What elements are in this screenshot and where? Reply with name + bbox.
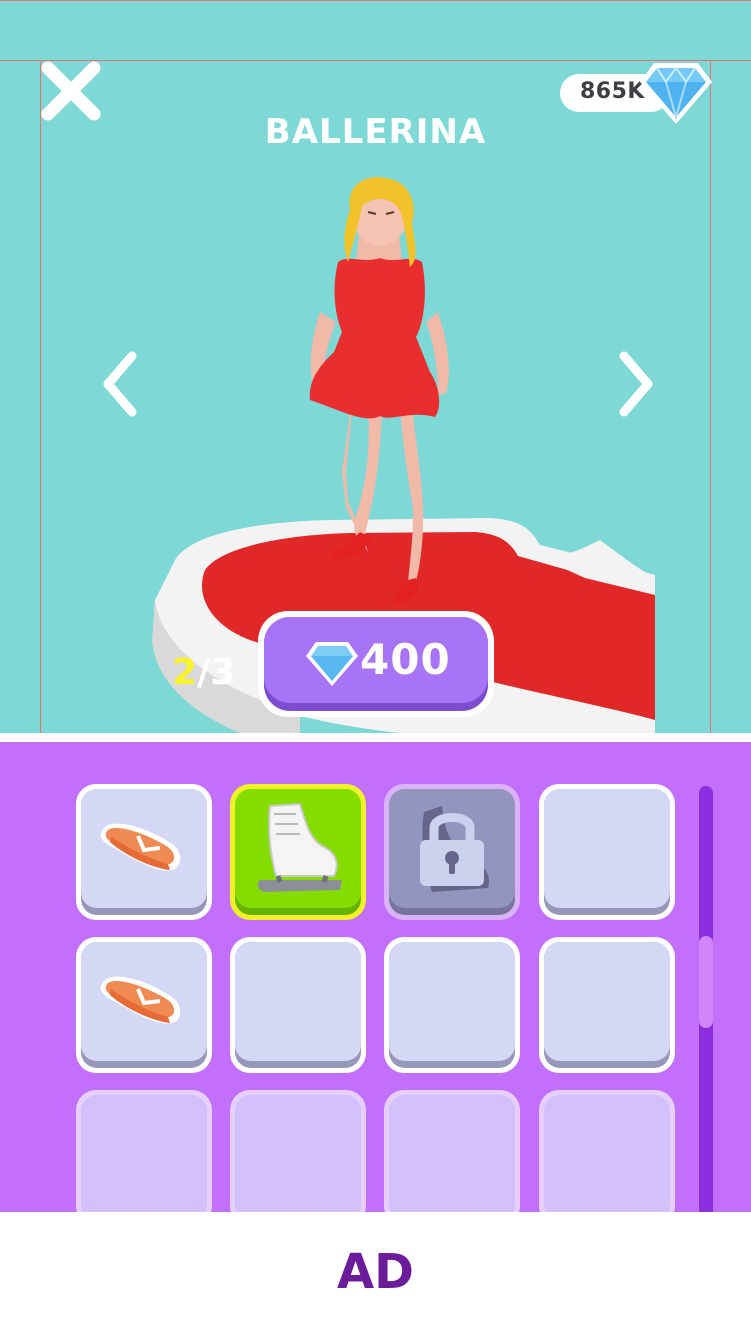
chevron-right-icon xyxy=(619,351,653,417)
padlock-icon xyxy=(420,806,489,892)
diamond-icon xyxy=(306,642,358,686)
inventory-scroll-thumb[interactable] xyxy=(699,936,713,1028)
item-slot[interactable] xyxy=(539,784,675,920)
total-pages: /3 xyxy=(197,652,236,693)
item-slot[interactable] xyxy=(76,1090,212,1212)
item-slot[interactable] xyxy=(230,937,366,1073)
item-slot[interactable] xyxy=(230,1090,366,1212)
ad-label: AD xyxy=(337,1244,414,1300)
chevron-left-icon xyxy=(103,351,137,417)
item-slot[interactable] xyxy=(384,937,520,1073)
item-slot[interactable] xyxy=(539,1090,675,1212)
ad-banner[interactable]: AD xyxy=(0,1212,751,1335)
skin-title: BALLERINA xyxy=(264,112,487,152)
item-slot-locked[interactable] xyxy=(384,784,520,920)
item-slot-selected[interactable] xyxy=(230,784,366,920)
next-skin-button[interactable] xyxy=(614,348,658,420)
flip-flop-icon xyxy=(100,823,181,871)
skin-page-counter: 2/3 xyxy=(172,652,235,693)
item-slot[interactable] xyxy=(76,784,212,920)
currency-amount: 865K xyxy=(580,79,645,104)
flip-flop-icon xyxy=(100,976,181,1024)
item-slot[interactable] xyxy=(384,1090,520,1212)
previous-skin-button[interactable] xyxy=(98,348,142,420)
preview-stage: 865K BALLERINA 2/3 400 xyxy=(0,0,751,733)
ice-skate-icon xyxy=(257,802,342,892)
ballerina-character xyxy=(309,177,449,604)
current-page: 2 xyxy=(172,652,198,693)
buy-skin-button[interactable]: 400 xyxy=(258,611,494,717)
item-slot[interactable] xyxy=(539,937,675,1073)
inventory-panel xyxy=(0,742,751,1212)
item-slot[interactable] xyxy=(76,937,212,1073)
price-amount: 400 xyxy=(360,635,451,684)
